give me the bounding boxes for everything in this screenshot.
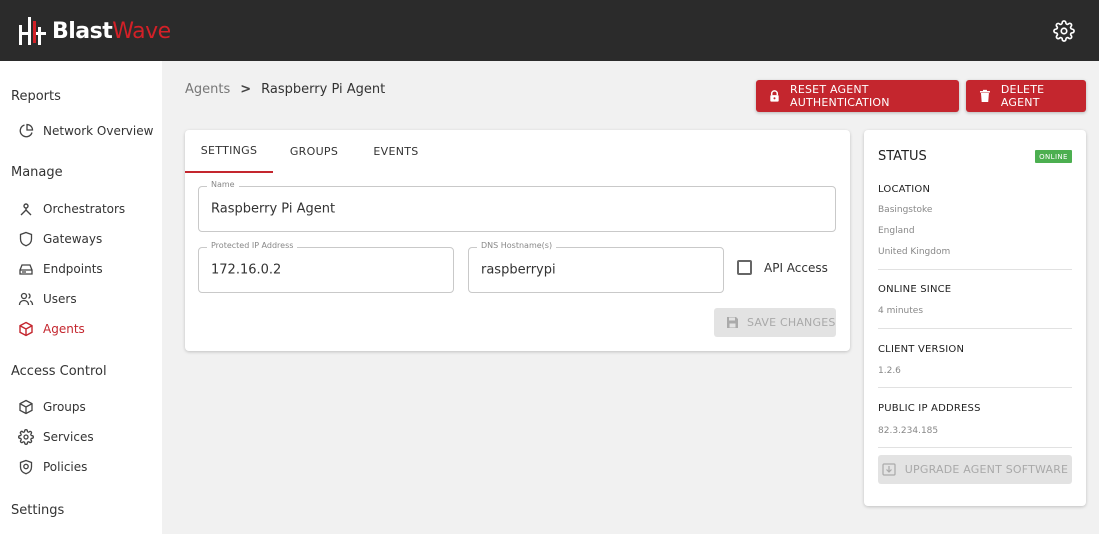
client-version-label: CLIENT VERSION	[878, 344, 965, 355]
sidebar-item-endpoints[interactable]: Endpoints	[18, 258, 103, 280]
shield-icon	[19, 231, 33, 247]
delete-agent-button[interactable]: DELETE AGENT	[966, 80, 1086, 112]
location-region: England	[878, 226, 915, 236]
status-badge: ONLINE	[1035, 150, 1072, 163]
sidebar-item-services[interactable]: Services	[18, 426, 94, 448]
divider	[878, 447, 1072, 448]
lock-icon	[770, 90, 779, 102]
download-icon	[882, 463, 896, 476]
top-bar: BlastWave	[0, 0, 1099, 61]
trash-icon	[979, 89, 990, 102]
sidebar-item-label: Endpoints	[43, 262, 103, 276]
cube-icon	[19, 321, 33, 337]
tab-settings[interactable]: SETTINGS	[185, 130, 273, 173]
sidebar-item-policies[interactable]: Policies	[18, 456, 87, 478]
breadcrumb-current: Raspberry Pi Agent	[261, 82, 386, 97]
public-ip-value: 82.3.234.185	[878, 426, 939, 436]
sidebar-section-settings[interactable]: Settings	[11, 503, 64, 518]
location-city: Basingstoke	[878, 205, 933, 215]
save-changes-button[interactable]: SAVE CHANGES	[714, 308, 836, 337]
brand-name: BlastWave	[52, 18, 171, 44]
dns-hostname-field[interactable]: DNS Hostname(s) raspberrypi	[468, 241, 724, 293]
blastwave-logo-icon	[19, 17, 46, 45]
divider	[878, 328, 1072, 329]
breadcrumb: Agents > Raspberry Pi Agent	[185, 82, 385, 97]
tab-groups[interactable]: GROUPS	[273, 130, 355, 173]
sidebar-item-label: Policies	[43, 460, 88, 474]
tab-events[interactable]: EVENTS	[355, 130, 437, 173]
breadcrumb-separator: >	[240, 82, 252, 97]
reset-agent-authentication-label: RESET AGENT AUTHENTICATION	[790, 83, 890, 109]
gear-icon	[18, 429, 34, 445]
hub-icon	[20, 203, 32, 216]
sidebar-section-reports: Reports	[11, 89, 61, 104]
location-country: United Kingdom	[878, 247, 951, 257]
box-icon	[19, 399, 33, 415]
online-since-label: ONLINE SINCE	[878, 284, 952, 295]
protected-ip-label: Protected IP Address	[207, 241, 298, 250]
upgrade-agent-software-button[interactable]: UPGRADE AGENT SOFTWARE	[878, 455, 1072, 484]
sidebar-item-label: Orchestrators	[43, 202, 126, 216]
pie-chart-icon	[19, 123, 34, 138]
online-since-value: 4 minutes	[878, 306, 924, 316]
breadcrumb-parent[interactable]: Agents	[185, 82, 230, 97]
save-icon	[727, 317, 738, 328]
sidebar-item-groups[interactable]: Groups	[18, 396, 86, 418]
sidebar-item-network-overview[interactable]: Network Overview	[18, 120, 153, 142]
sidebar-item-gateways[interactable]: Gateways	[18, 228, 102, 250]
sidebar-item-orchestrators[interactable]: Orchestrators	[18, 198, 125, 220]
upgrade-agent-software-label: UPGRADE AGENT SOFTWARE	[904, 463, 1069, 476]
client-version-value: 1.2.6	[878, 366, 901, 376]
blastwave-logo[interactable]: BlastWave	[18, 14, 171, 48]
api-access-checkbox[interactable]	[737, 260, 752, 275]
sidebar-item-label: Network Overview	[43, 124, 154, 138]
dns-hostname-value: raspberrypi	[481, 262, 556, 278]
reset-agent-authentication-button[interactable]: RESET AGENT AUTHENTICATION	[756, 80, 959, 112]
sidebar: Reports Network Overview Manage Orchestr…	[0, 61, 162, 534]
dns-hostname-label: DNS Hostname(s)	[477, 241, 557, 250]
status-title: STATUS	[878, 149, 927, 164]
location-label: LOCATION	[878, 184, 931, 195]
sidebar-item-label: Services	[43, 430, 94, 444]
gear-icon[interactable]	[1053, 20, 1075, 42]
protected-ip-value: 172.16.0.2	[211, 262, 282, 278]
name-field-value: Raspberry Pi Agent	[211, 201, 336, 217]
api-access-label: API Access	[764, 260, 828, 275]
sidebar-item-label: Groups	[43, 400, 86, 414]
sidebar-section-access-control: Access Control	[11, 364, 107, 379]
sidebar-item-label: Users	[43, 292, 77, 306]
public-ip-label: PUBLIC IP ADDRESS	[878, 403, 981, 414]
drive-icon	[19, 264, 33, 275]
divider	[878, 387, 1072, 388]
divider	[878, 269, 1072, 270]
name-field[interactable]: Name Raspberry Pi Agent	[198, 180, 836, 232]
sidebar-item-agents[interactable]: Agents	[18, 318, 85, 340]
policy-icon	[19, 459, 33, 475]
users-icon	[18, 292, 34, 306]
status-card: STATUS ONLINE LOCATION Basingstoke Engla…	[864, 130, 1086, 506]
sidebar-item-users[interactable]: Users	[18, 288, 77, 310]
name-field-label: Name	[207, 180, 239, 189]
sidebar-section-manage: Manage	[11, 165, 63, 180]
agent-settings-card: SETTINGS GROUPS EVENTS Name Raspberry Pi…	[185, 130, 850, 351]
api-access-toggle[interactable]: API Access	[737, 260, 828, 275]
protected-ip-field[interactable]: Protected IP Address 172.16.0.2	[198, 241, 454, 293]
delete-agent-label: DELETE AGENT	[1000, 83, 1045, 109]
sidebar-item-label: Gateways	[43, 232, 103, 246]
tab-bar: SETTINGS GROUPS EVENTS	[185, 130, 437, 173]
sidebar-item-label: Agents	[43, 322, 85, 336]
save-changes-label: SAVE CHANGES	[747, 316, 836, 329]
